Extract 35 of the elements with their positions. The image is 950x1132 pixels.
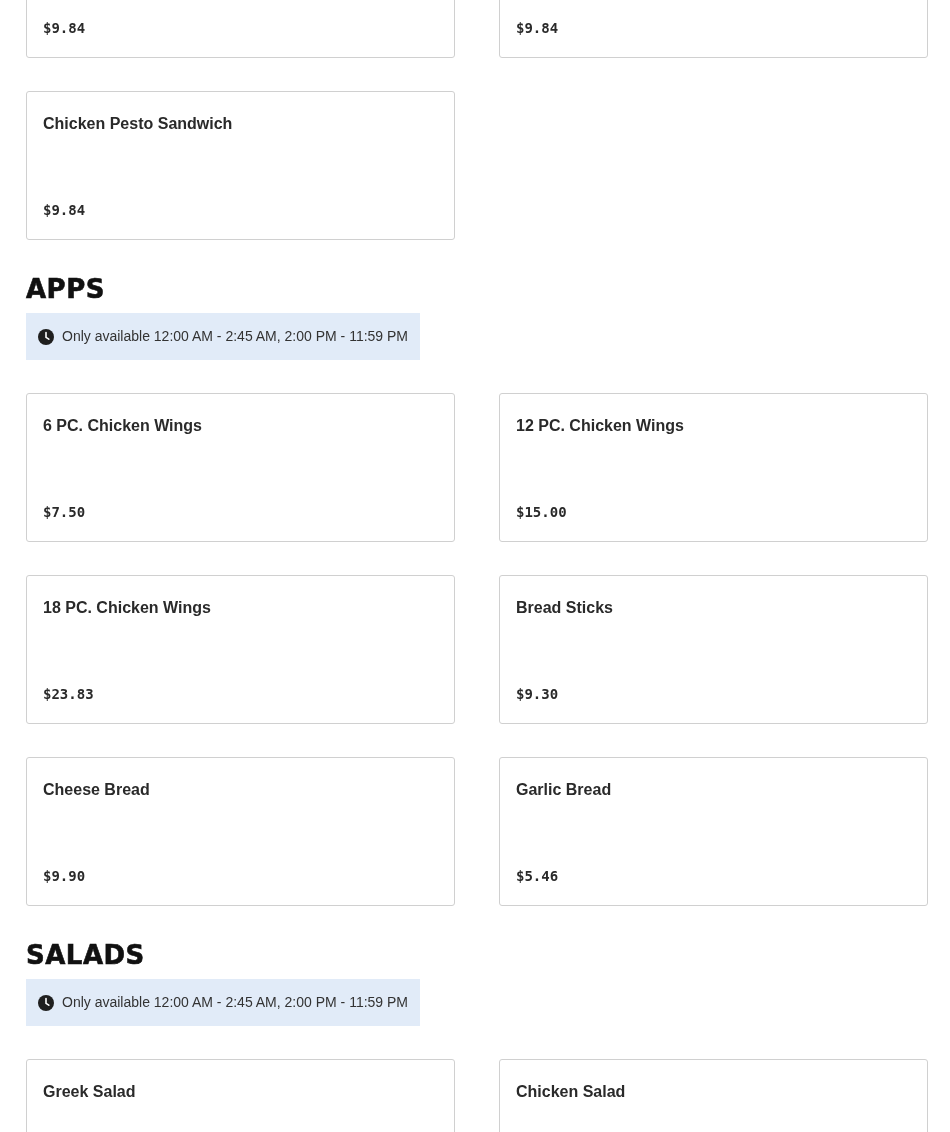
item-price: $7.50	[43, 503, 87, 523]
menu-item-card[interactable]: 12 PC. Chicken Wings $15.00	[499, 393, 928, 543]
clock-icon	[38, 328, 54, 345]
menu-item-card[interactable]: Bread Sticks $9.30	[499, 575, 928, 725]
item-name: Cheese Bread	[43, 780, 151, 801]
item-name: Chicken Pesto Sandwich	[43, 114, 234, 134]
item-price: $9.90	[43, 867, 87, 887]
menu-item-card[interactable]: $9.84	[499, 0, 928, 58]
item-name: Garlic Bread	[516, 780, 613, 801]
menu-item-card[interactable]: Cheese Bread $9.90	[26, 757, 455, 907]
menu-item-card[interactable]: 18 PC. Chicken Wings $23.83	[26, 575, 455, 725]
item-price: $9.30	[516, 685, 560, 705]
item-name: 12 PC. Chicken Wings	[516, 416, 685, 437]
menu-item-card[interactable]: Chicken Pesto Sandwich $9.84	[26, 91, 455, 240]
menu-item-card[interactable]: Greek Salad	[26, 1059, 455, 1132]
item-name: Chicken Salad	[516, 1082, 627, 1103]
availability-text: Only available 12:00 AM - 2:45 AM, 2:00 PM - 11:59 PM	[62, 327, 409, 347]
menu-item-card[interactable]: $9.84	[26, 0, 455, 58]
item-name: 18 PC. Chicken Wings	[43, 598, 212, 619]
item-price: $9.84	[43, 19, 87, 38]
item-price: $9.84	[516, 19, 560, 38]
menu-item-card[interactable]: Garlic Bread $5.46	[499, 757, 928, 907]
menu-item-card[interactable]: 6 PC. Chicken Wings $7.50	[26, 393, 455, 543]
item-name: Greek Salad	[43, 1082, 137, 1103]
section-heading: APPS	[26, 274, 106, 306]
item-price: $5.46	[516, 867, 560, 887]
item-price: $23.83	[43, 685, 95, 705]
menu-item-card[interactable]: Chicken Salad	[499, 1059, 928, 1132]
item-name: 6 PC. Chicken Wings	[43, 416, 203, 437]
item-price: $9.84	[43, 201, 87, 220]
item-price: $15.00	[516, 503, 568, 523]
clock-icon	[38, 994, 54, 1011]
availability-text: Only available 12:00 AM - 2:45 AM, 2:00 PM - 11:59 PM	[62, 993, 409, 1013]
item-name: Bread Sticks	[516, 598, 614, 619]
section-heading: SALADS	[26, 940, 146, 972]
